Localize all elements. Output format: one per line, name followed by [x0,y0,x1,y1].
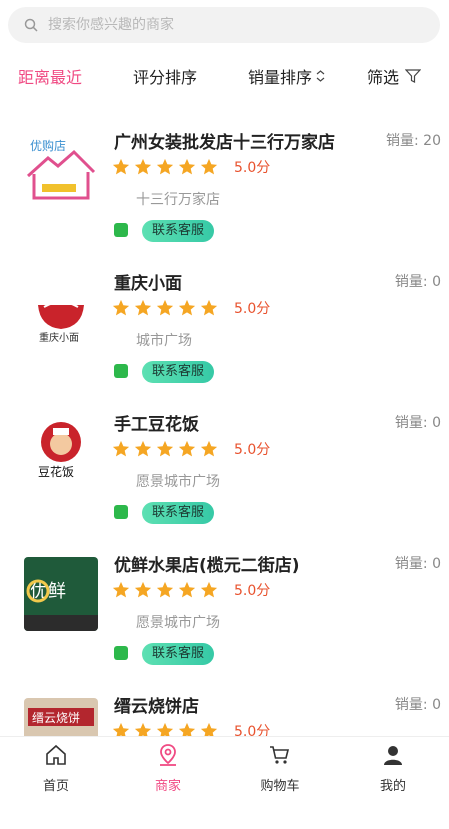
star-icon [178,581,196,598]
shop-sales: 销量: 0 [394,556,441,572]
tab-home-label: 首页 [42,779,69,794]
wechat-icon [114,364,128,378]
sort-distance-label: 距离最近 [18,68,83,87]
contact-service-button[interactable]: 联系客服 [142,643,215,665]
user-icon [384,746,402,765]
shop-score: 5.0分 [234,160,271,176]
shop-address: 愿景城市广场 [136,615,220,631]
shop-list-item[interactable]: 优购店 广州女装批发店十三行万家店 销量: 20 5.0分 十三行万家店 联系客… [0,124,449,265]
home-icon [46,744,66,765]
sort-distance-tab[interactable]: 距离最近 [18,60,82,92]
rating-stars: 5.0分 [112,439,270,459]
shop-address: 十三行万家店 [136,192,220,208]
contact-service-button[interactable]: 联系客服 [142,361,215,383]
sort-rating-label: 评分排序 [133,68,198,87]
shop-sales: 销量: 0 [394,415,441,431]
star-icon [134,299,152,316]
tab-home[interactable]: 首页 [0,737,112,801]
chef-logo: 豆花饭 [24,416,98,490]
contact-service-button[interactable]: 联系客服 [142,220,215,242]
filter-label: 筛选 [367,68,400,87]
shop-sales: 销量: 0 [394,697,441,713]
shop-name: 缙云烧饼店 [114,697,199,717]
rating-stars: 5.0分 [112,580,270,600]
star-icon [200,299,218,316]
star-icon [112,158,130,175]
sort-sales-label: 销量排序 [248,68,313,87]
star-icon [200,581,218,598]
star-icon [178,440,196,457]
shop-list-item[interactable]: 豆花饭 手工豆花饭 销量: 0 5.0分 愿景城市广场 联系客服 [0,406,449,547]
shop-score: 5.0分 [234,442,271,458]
star-icon [156,299,174,316]
star-icon [178,158,196,175]
shop-name: 重庆小面 [114,274,182,294]
wechat-icon [114,223,128,237]
tab-mine[interactable]: 我的 [337,737,449,801]
noodle-bowl-logo: 重庆小面 [24,275,98,349]
shop-sales: 销量: 0 [394,274,441,290]
tab-shops[interactable]: 商家 [112,737,224,801]
filter-button[interactable]: 筛选 [367,60,422,92]
rating-stars: 5.0分 [112,157,270,177]
star-icon [134,158,152,175]
tab-shops-label: 商家 [154,779,181,794]
svg-text:缙云烧饼: 缙云烧饼 [32,711,80,725]
shop-sales: 销量: 20 [386,133,441,149]
sort-rating-tab[interactable]: 评分排序 [133,60,197,92]
contact-service-button[interactable]: 联系客服 [142,502,215,524]
shop-list-item[interactable]: 优鲜 优鲜水果店(榄元二街店) 销量: 0 5.0分 愿景城市广场 联系客服 [0,547,449,688]
shop-name: 手工豆花饭 [114,415,199,435]
tab-cart-label: 购物车 [260,779,300,794]
shop-address: 城市广场 [136,333,192,349]
star-icon [112,440,130,457]
filter-icon [405,69,422,83]
star-icon [156,158,174,175]
svg-text:优购店: 优购店 [30,138,66,153]
star-icon [112,299,130,316]
star-icon [112,581,130,598]
sort-sales-tab[interactable]: 销量排序 [248,60,325,92]
star-icon [134,440,152,457]
sort-bar: 距离最近 评分排序 销量排序 筛选 [0,60,449,92]
sort-toggle-icon [316,70,325,82]
wechat-icon [114,505,128,519]
star-icon [200,158,218,175]
search-bar[interactable] [8,7,440,43]
tab-mine-label: 我的 [379,779,406,794]
search-icon [24,18,38,32]
shopping-cart-icon [270,746,290,764]
fruit-shop-photo: 优鲜 [24,557,98,631]
shop-list-item[interactable]: 重庆小面 重庆小面 销量: 0 5.0分 城市广场 联系客服 [0,265,449,406]
svg-text:重庆小面: 重庆小面 [39,331,79,344]
shop-address: 愿景城市广场 [136,474,220,490]
svg-text:豆花饭: 豆花饭 [38,464,74,479]
search-input[interactable] [46,16,420,34]
shop-score: 5.0分 [234,301,271,317]
location-pin-icon [160,744,176,766]
star-icon [178,299,196,316]
shop-name: 广州女装批发店十三行万家店 [114,133,335,153]
bottom-tab-bar: 首页 商家 购物车 我的 [0,736,449,801]
shop-score: 5.0分 [234,583,271,599]
wechat-icon [114,646,128,660]
star-icon [200,440,218,457]
star-icon [156,581,174,598]
shop-house-logo: 优购店 [24,134,98,208]
shop-name: 优鲜水果店(榄元二街店) [114,556,300,576]
star-icon [134,581,152,598]
star-icon [156,440,174,457]
tab-cart[interactable]: 购物车 [224,737,336,801]
rating-stars: 5.0分 [112,298,270,318]
